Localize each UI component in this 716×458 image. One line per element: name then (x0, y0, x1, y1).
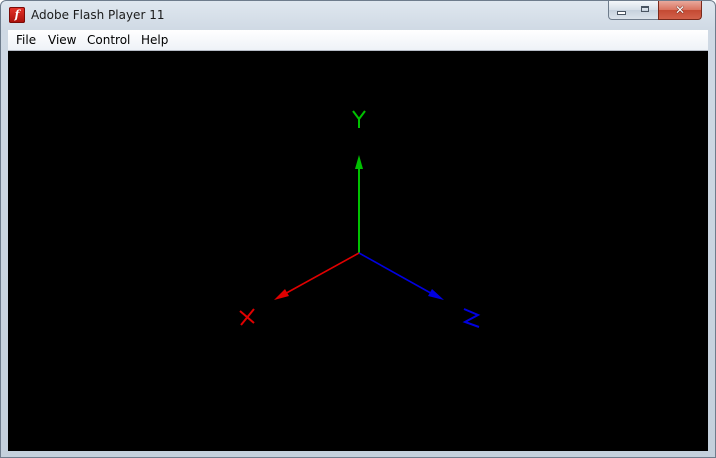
y-axis (352, 110, 366, 253)
menu-help[interactable]: Help (141, 30, 168, 50)
window-title: Adobe Flash Player 11 (31, 8, 165, 22)
x-axis-line (280, 252, 360, 297)
close-icon: ✕ (674, 3, 686, 17)
title-bar[interactable]: f Adobe Flash Player 11 ✕ (1, 1, 715, 30)
x-axis (239, 252, 360, 326)
y-axis-arrowhead (355, 155, 363, 169)
y-axis-label (352, 110, 366, 128)
maximize-icon (641, 6, 649, 12)
x-axis-arrowhead (274, 289, 289, 300)
flash-player-icon[interactable]: f (9, 7, 25, 23)
menu-control[interactable]: Control (87, 30, 130, 50)
minimize-icon (618, 12, 625, 14)
close-button[interactable]: ✕ (658, 1, 702, 20)
z-axis-arrowhead (428, 289, 444, 300)
axes-canvas (239, 110, 481, 328)
minimize-button[interactable] (608, 1, 634, 20)
z-axis-line (358, 252, 437, 297)
flash-stage[interactable] (8, 51, 708, 451)
maximize-button[interactable] (633, 1, 659, 20)
flash-logo-glyph: f (14, 8, 20, 21)
flash-player-window: f Adobe Flash Player 11 ✕ File View Cont… (0, 0, 716, 458)
menu-file[interactable]: File (16, 30, 36, 50)
z-axis-label (462, 308, 481, 328)
z-axis (358, 252, 481, 328)
menu-view[interactable]: View (48, 30, 76, 50)
menu-bar: File View Control Help (8, 30, 708, 51)
x-axis-label (239, 308, 255, 326)
